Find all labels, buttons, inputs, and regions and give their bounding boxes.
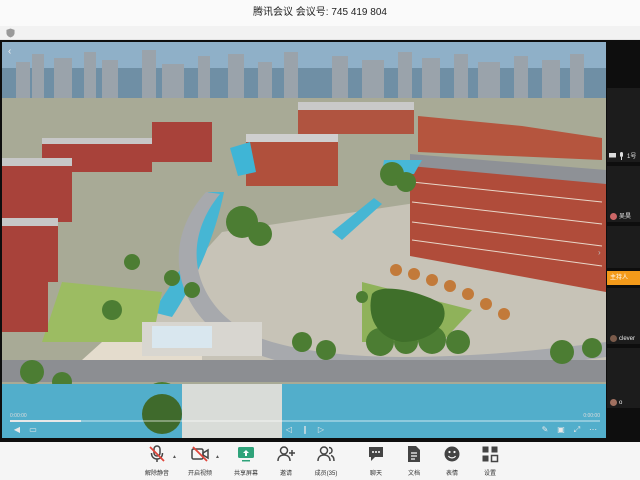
participant-name: o	[619, 400, 623, 406]
camera-off-icon	[191, 446, 209, 462]
forward-icon[interactable]: ▷	[316, 425, 326, 435]
window-title: 腾讯会议 会议号: 745 419 804	[0, 0, 640, 26]
elapsed-time: 0:00:00	[10, 413, 27, 419]
emoji-button[interactable]: 表情	[432, 445, 472, 477]
participant-tile[interactable]: 1号	[607, 88, 640, 162]
host-badge: 主持人	[607, 271, 640, 285]
participant-tile[interactable]: o	[607, 348, 640, 408]
share-screen-label: 共享屏幕	[233, 471, 258, 477]
caret-up-icon[interactable]: ▲	[215, 454, 220, 460]
rewind-icon[interactable]: ◁	[284, 425, 294, 435]
microphone-icon	[620, 152, 623, 160]
members-label: 成员(35)	[314, 471, 338, 477]
more-icon[interactable]: ⋯	[588, 425, 598, 435]
caret-up-icon[interactable]: ▲	[172, 454, 177, 460]
participant-name: clever	[619, 336, 636, 342]
pen-icon[interactable]: ✎	[540, 425, 550, 435]
subtitle-icon[interactable]: ▭	[28, 425, 38, 435]
participant-name: 吴昊	[619, 214, 632, 220]
back-arrow-icon[interactable]: ‹	[8, 46, 11, 57]
shared-screen[interactable]: ‹ 0:00:00 0:00:00 ◀ ▭ ◁ ∥ ▷ ✎ ▣ ⤢ ⋯	[2, 42, 606, 438]
settings-label: 设置	[483, 471, 496, 477]
avatar	[610, 335, 617, 342]
participant-tile[interactable]: clever	[607, 288, 640, 344]
panel-scroll-arrow-icon[interactable]: ›	[598, 248, 601, 257]
invite-label: 邀请	[279, 471, 292, 477]
security-bar	[0, 26, 640, 40]
microphone-muted-icon	[149, 445, 165, 462]
docs-label: 文档	[407, 471, 420, 477]
avatar	[610, 399, 617, 406]
participant-tile[interactable]: 吴昊	[607, 166, 640, 222]
pause-icon[interactable]: ∥	[300, 425, 310, 435]
settings-button[interactable]: 设置	[470, 445, 510, 477]
meeting-toolbar: 解除静音 ▲ 开启视频 ▲ 共享屏幕 邀请 成员(35) 聊天 文档 表情 设置	[0, 442, 640, 480]
chat-icon	[369, 447, 383, 461]
unmute-label: 解除静音	[144, 471, 169, 477]
share-screen-icon	[238, 447, 254, 462]
picture-icon[interactable]: ▣	[556, 425, 566, 435]
emoji-label: 表情	[445, 471, 458, 477]
participant-name: 1号	[627, 154, 637, 160]
shield-icon[interactable]	[6, 28, 15, 38]
fullscreen-icon[interactable]: ⤢	[572, 425, 582, 435]
unmute-button[interactable]: 解除静音	[137, 445, 177, 477]
emoji-icon	[444, 446, 460, 462]
participant-panel: 1号 吴昊 主持人 clever o	[607, 42, 640, 438]
avatar	[610, 213, 617, 220]
volume-icon[interactable]: ◀	[12, 425, 22, 435]
start-video-button[interactable]: 开启视频	[180, 445, 220, 477]
add-user-icon	[277, 446, 295, 462]
playback-progress-bar[interactable]	[10, 420, 600, 422]
members-button[interactable]: 成员(35)	[306, 445, 346, 477]
invite-button[interactable]: 邀请	[266, 445, 306, 477]
chat-button[interactable]: 聊天	[356, 445, 396, 477]
playback-progress-fill	[10, 420, 81, 422]
settings-grid-icon	[482, 446, 499, 463]
docs-button[interactable]: 文档	[394, 445, 434, 477]
share-screen-button[interactable]: 共享屏幕	[226, 445, 266, 477]
start-video-label: 开启视频	[187, 471, 212, 477]
document-icon	[408, 446, 420, 462]
members-icon	[317, 446, 335, 462]
total-time: 0:00:00	[583, 413, 600, 419]
participant-tile[interactable]	[607, 226, 640, 268]
campus-render-image	[2, 42, 606, 438]
screen-icon	[609, 153, 616, 158]
chat-label: 聊天	[369, 471, 382, 477]
